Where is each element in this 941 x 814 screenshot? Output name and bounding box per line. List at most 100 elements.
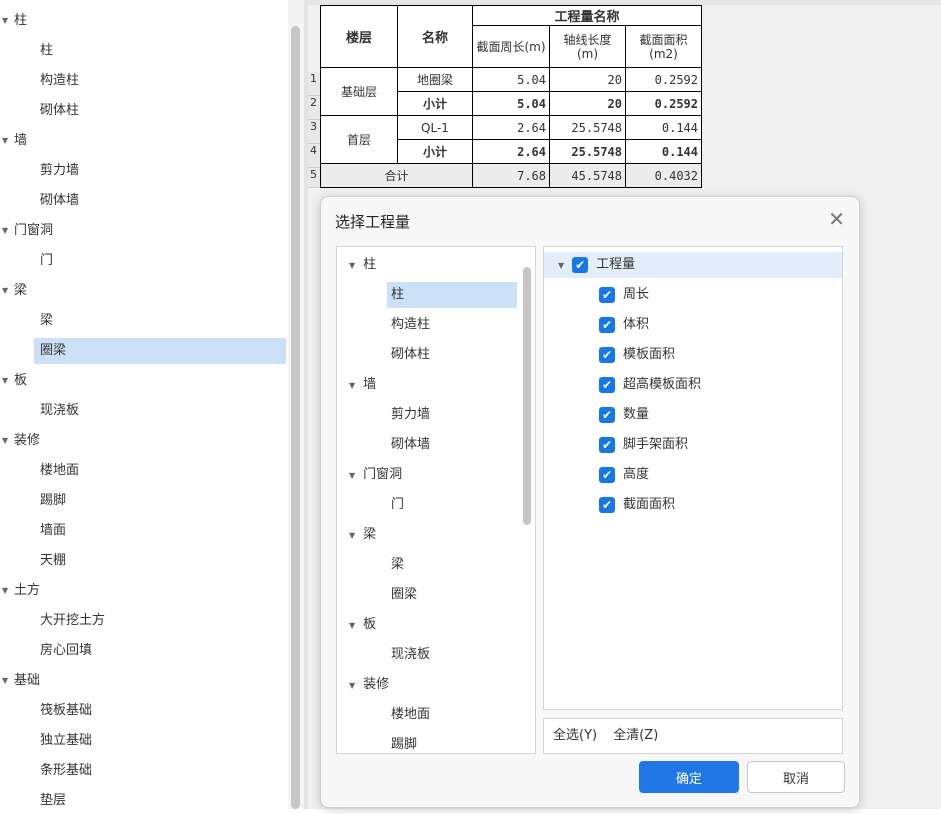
tree-item[interactable]: 剪力墙 <box>387 402 517 428</box>
expand-arrow-icon[interactable]: ▼ <box>558 261 564 270</box>
tree-item[interactable]: 房心回填 <box>34 638 286 664</box>
tree-group[interactable]: ▼ 装修 <box>0 428 286 454</box>
expand-arrow-icon[interactable]: ▼ <box>349 621 355 630</box>
tree-item[interactable]: 梁 <box>34 308 286 334</box>
header-axis-length[interactable]: 轴线长度(m) <box>549 25 626 68</box>
tree-item[interactable]: 踢脚 <box>387 732 517 753</box>
tree-group[interactable]: ▼ 柱 <box>0 8 286 34</box>
tree-item[interactable]: 门 <box>387 492 517 518</box>
tree-group[interactable]: ▼ 装修 <box>349 672 389 698</box>
quantity-item[interactable]: ✔ 超高模板面积 <box>599 372 701 398</box>
cancel-button[interactable]: 取消 <box>747 761 845 793</box>
expand-arrow-icon[interactable]: ▼ <box>349 531 355 540</box>
ok-button[interactable]: 确定 <box>639 761 739 793</box>
left-scrollbar-thumb[interactable] <box>291 26 300 809</box>
quantity-root-row[interactable]: ▼ ✔ 工程量 <box>544 252 842 278</box>
tree-group[interactable]: ▼ 墙 <box>0 128 286 154</box>
tree-item[interactable]: 独立基础 <box>34 728 286 754</box>
tree-group[interactable]: ▼ 基础 <box>0 668 286 694</box>
tree-group[interactable]: ▼ 柱 <box>349 252 376 278</box>
tree-group[interactable]: ▼ 墙 <box>349 372 376 398</box>
value-cell[interactable]: 7.68 <box>472 163 550 188</box>
tree-item[interactable]: 圈梁 <box>387 582 517 608</box>
tree-item[interactable]: 柱 <box>387 282 517 308</box>
tree-group[interactable]: ▼ 板 <box>0 368 286 394</box>
expand-arrow-icon[interactable]: ▼ <box>2 218 12 244</box>
value-cell[interactable]: 25.5748 <box>549 115 626 140</box>
tree-item[interactable]: 墙面 <box>34 518 286 544</box>
tree-item[interactable]: 砌体墙 <box>34 188 286 214</box>
expand-arrow-icon[interactable]: ▼ <box>2 578 12 604</box>
tree-group[interactable]: ▼ 门窗洞 <box>0 218 286 244</box>
name-cell[interactable]: 地圈梁 <box>397 67 473 92</box>
quantity-item[interactable]: ✔ 周长 <box>599 282 649 308</box>
value-cell[interactable]: 0.4032 <box>625 163 702 188</box>
tree-item[interactable]: 楼地面 <box>387 702 517 728</box>
tree-item[interactable]: 楼地面 <box>34 458 286 484</box>
tree-group[interactable]: ▼ 门窗洞 <box>349 462 402 488</box>
header-section-area[interactable]: 截面面积(m2) <box>625 25 702 68</box>
tree-item[interactable]: 梁 <box>387 552 517 578</box>
floor-cell[interactable]: 基础层 <box>320 67 398 116</box>
subtotal-label[interactable]: 小计 <box>397 139 473 164</box>
quantity-item[interactable]: ✔ 截面面积 <box>599 492 675 518</box>
clear-all-link[interactable]: 全清(Z) <box>613 728 658 743</box>
row-number[interactable]: 2 <box>308 96 320 120</box>
value-cell[interactable]: 5.04 <box>472 67 550 92</box>
expand-arrow-icon[interactable]: ▼ <box>2 428 12 454</box>
value-cell[interactable]: 45.5748 <box>549 163 626 188</box>
header-section-perimeter[interactable]: 截面周长(m) <box>472 25 550 68</box>
checkbox-checked-icon[interactable]: ✔ <box>599 376 615 393</box>
row-number[interactable]: 3 <box>308 120 320 144</box>
value-cell[interactable]: 20 <box>549 91 626 116</box>
tree-item[interactable]: 垫层 <box>34 788 286 814</box>
value-cell[interactable]: 0.144 <box>625 139 702 164</box>
tree-item[interactable]: 剪力墙 <box>34 158 286 184</box>
expand-arrow-icon[interactable]: ▼ <box>2 128 12 154</box>
close-icon[interactable]: ✕ <box>828 207 845 231</box>
tree-item[interactable]: 构造柱 <box>34 68 286 94</box>
tree-item[interactable]: 天棚 <box>34 548 286 574</box>
tree-group[interactable]: ▼ 梁 <box>349 522 376 548</box>
checkbox-checked-icon[interactable]: ✔ <box>599 286 615 303</box>
tree-item[interactable]: 砌体柱 <box>387 342 517 368</box>
value-cell[interactable]: 5.04 <box>472 91 550 116</box>
expand-arrow-icon[interactable]: ▼ <box>2 278 12 304</box>
tree-item[interactable]: 现浇板 <box>34 398 286 424</box>
tree-item[interactable]: 现浇板 <box>387 642 517 668</box>
quantity-item[interactable]: ✔ 数量 <box>599 402 649 428</box>
quantity-item[interactable]: ✔ 高度 <box>599 462 649 488</box>
value-cell[interactable]: 0.2592 <box>625 67 702 92</box>
value-cell[interactable]: 0.2592 <box>625 91 702 116</box>
tree-item[interactable]: 砌体墙 <box>387 432 517 458</box>
value-cell[interactable]: 25.5748 <box>549 139 626 164</box>
expand-arrow-icon[interactable]: ▼ <box>2 8 12 34</box>
tree-item[interactable]: 筏板基础 <box>34 698 286 724</box>
value-cell[interactable]: 0.144 <box>625 115 702 140</box>
checkbox-checked-icon[interactable]: ✔ <box>599 466 615 483</box>
expand-arrow-icon[interactable]: ▼ <box>2 368 12 394</box>
tree-item[interactable]: 大开挖土方 <box>34 608 286 634</box>
select-all-link[interactable]: 全选(Y) <box>553 728 597 743</box>
tree-item[interactable]: 踢脚 <box>34 488 286 514</box>
checkbox-checked-icon[interactable]: ✔ <box>599 496 615 513</box>
tree-group[interactable]: ▼ 土方 <box>0 578 286 604</box>
floor-cell[interactable]: 首层 <box>320 115 398 164</box>
checkbox-checked-icon[interactable]: ✔ <box>599 406 615 423</box>
tree-item[interactable]: 砌体柱 <box>34 98 286 124</box>
value-cell[interactable]: 2.64 <box>472 115 550 140</box>
tree-item[interactable]: 条形基础 <box>34 758 286 784</box>
subtotal-label[interactable]: 小计 <box>397 91 473 116</box>
tree-group[interactable]: ▼ 梁 <box>0 278 286 304</box>
tree-item[interactable]: 柱 <box>34 38 286 64</box>
tree-group[interactable]: ▼ 板 <box>349 612 376 638</box>
checkbox-checked-icon[interactable]: ✔ <box>599 316 615 333</box>
quantity-item[interactable]: ✔ 脚手架面积 <box>599 432 688 458</box>
tree-item[interactable]: 门 <box>34 248 286 274</box>
row-number[interactable]: 1 <box>308 72 320 96</box>
header-floor[interactable]: 楼层 <box>320 5 398 68</box>
tree-scrollbar-thumb[interactable] <box>523 267 531 525</box>
header-quantity-group[interactable]: 工程量名称 <box>472 5 702 26</box>
expand-arrow-icon[interactable]: ▼ <box>349 681 355 690</box>
value-cell[interactable]: 20 <box>549 67 626 92</box>
